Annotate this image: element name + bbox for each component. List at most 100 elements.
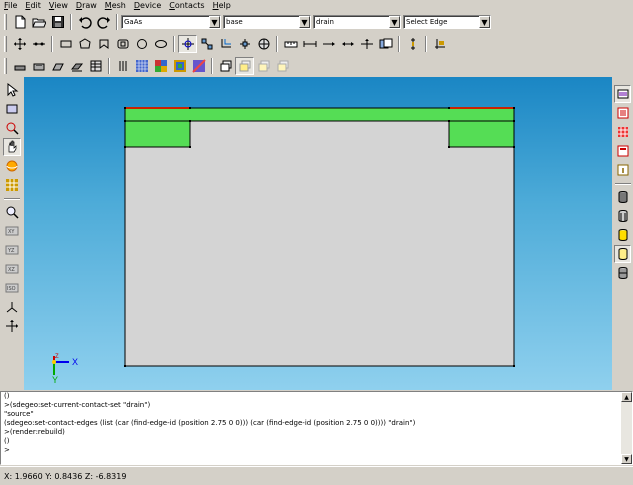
new-file-button[interactable] <box>10 13 29 31</box>
render-wire-button[interactable] <box>614 207 631 225</box>
chevron-down-icon[interactable]: ▼ <box>299 16 310 28</box>
viewport[interactable]: X Y Z <box>24 77 612 390</box>
view-iso-button[interactable]: ISO <box>3 279 21 297</box>
region-select[interactable]: base ▼ <box>223 15 311 29</box>
toolbar-grip[interactable] <box>4 36 7 52</box>
axis-origin <box>52 360 56 364</box>
exact-coords-button[interactable] <box>178 35 197 53</box>
view-yz-button[interactable]: YZ <box>3 241 21 259</box>
material-list-button[interactable] <box>614 104 631 122</box>
fillet-button[interactable] <box>216 35 235 53</box>
mesh-lines-button[interactable] <box>113 57 132 75</box>
zoom-button[interactable] <box>3 203 21 221</box>
add-vertex-button[interactable] <box>29 35 48 53</box>
toolbar-separator <box>276 36 278 52</box>
epi-layer-region[interactable] <box>124 107 515 122</box>
menu-view[interactable]: View <box>45 0 72 11</box>
console-prompt[interactable]: > <box>4 446 616 455</box>
mesh-grid-button[interactable] <box>132 57 151 75</box>
x-axis-label: X <box>72 357 78 367</box>
orbit-button[interactable] <box>3 157 21 175</box>
draw-circle-button[interactable] <box>132 35 151 53</box>
region-list-button[interactable] <box>614 85 631 103</box>
console-scrollbar[interactable]: ▲ ▼ <box>621 392 632 464</box>
menu-mesh[interactable]: Mesh <box>101 0 130 11</box>
perspective-button[interactable] <box>3 298 21 316</box>
chamfer-button[interactable] <box>235 35 254 53</box>
extend-both-button[interactable] <box>338 35 357 53</box>
menu-draw[interactable]: Draw <box>72 0 101 11</box>
open-folder-icon <box>31 18 46 28</box>
view-layer-2-button[interactable] <box>235 57 254 75</box>
layer-box-icon <box>33 63 44 71</box>
source-region[interactable] <box>124 120 191 148</box>
polygon-icon <box>78 38 91 49</box>
mesh-regions-button[interactable] <box>170 57 189 75</box>
draw-ellipse-button[interactable] <box>151 35 170 53</box>
select-button[interactable] <box>3 81 21 99</box>
menu-help[interactable]: Help <box>209 0 235 11</box>
menu-contacts[interactable]: Contacts <box>165 0 208 11</box>
snap-button[interactable] <box>197 35 216 53</box>
extend-right-button[interactable] <box>319 35 338 53</box>
view-mode-4-button[interactable] <box>67 57 86 75</box>
split-edge-button[interactable] <box>357 35 376 53</box>
view-xz-button[interactable]: XZ <box>3 260 21 278</box>
mesh-grid-icon <box>135 60 148 72</box>
measure-button[interactable] <box>281 35 300 53</box>
menu-device[interactable]: Device <box>130 0 165 11</box>
set-origin-button[interactable] <box>430 35 449 53</box>
split-button[interactable] <box>254 35 273 53</box>
draw-polygon-button[interactable] <box>75 35 94 53</box>
boolean-button[interactable] <box>376 35 395 53</box>
reset-view-button[interactable] <box>3 317 21 335</box>
scroll-down-icon[interactable]: ▼ <box>621 454 632 464</box>
view-mode-2-button[interactable] <box>29 57 48 75</box>
dimension-horizontal-button[interactable] <box>300 35 319 53</box>
chevron-down-icon[interactable]: ▼ <box>209 16 220 28</box>
toolbar-grip[interactable] <box>4 14 7 30</box>
draw-ruled-region-button[interactable] <box>94 35 113 53</box>
select-rect-button[interactable] <box>3 100 21 118</box>
command-console[interactable]: () >(sdegeo:set-current-contact-set "dra… <box>0 391 633 465</box>
contact-select[interactable]: drain ▼ <box>313 15 401 29</box>
contact-list-button[interactable] <box>614 142 631 160</box>
pan-button[interactable] <box>3 138 21 156</box>
info-button[interactable] <box>614 161 631 179</box>
render-solid-button[interactable] <box>614 188 631 206</box>
vertical-measure-button[interactable] <box>403 35 422 53</box>
view-mode-3-button[interactable] <box>48 57 67 75</box>
material-select[interactable]: GaAs ▼ <box>121 15 221 29</box>
view-layer-3-button[interactable] <box>254 57 273 75</box>
draw-rounded-rect-button[interactable] <box>113 35 132 53</box>
view-layer-1-button[interactable] <box>216 57 235 75</box>
render-selected-button[interactable] <box>614 245 631 263</box>
save-file-button[interactable] <box>48 13 67 31</box>
view-xy-button[interactable]: XY <box>3 222 21 240</box>
render-color-button[interactable] <box>614 226 631 244</box>
console-output[interactable]: () >(sdegeo:set-current-contact-set "dra… <box>4 392 616 464</box>
device-canvas[interactable]: X Y Z <box>24 77 612 390</box>
undo-button[interactable] <box>75 13 94 31</box>
mesh-doping-button[interactable] <box>189 57 208 75</box>
redo-button[interactable] <box>94 13 113 31</box>
view-mode-5-button[interactable] <box>86 57 105 75</box>
mesh-list-button[interactable] <box>614 123 631 141</box>
drain-region[interactable] <box>448 120 515 148</box>
render-dark-button[interactable] <box>614 264 631 282</box>
toolbar-grip[interactable] <box>4 58 7 74</box>
menu-file[interactable]: File <box>0 0 21 11</box>
chevron-down-icon[interactable]: ▼ <box>479 16 490 28</box>
view-mode-1-button[interactable] <box>10 57 29 75</box>
scroll-up-icon[interactable]: ▲ <box>621 392 632 402</box>
view-layer-4-button[interactable] <box>273 57 292 75</box>
selection-mode-select[interactable]: Select Edge ▼ <box>403 15 491 29</box>
chevron-down-icon[interactable]: ▼ <box>389 16 400 28</box>
menu-edit[interactable]: Edit <box>21 0 45 11</box>
open-file-button[interactable] <box>29 13 48 31</box>
move-vertex-button[interactable] <box>10 35 29 53</box>
draw-rectangle-button[interactable] <box>56 35 75 53</box>
zoom-box-button[interactable] <box>3 119 21 137</box>
mesh-color-button[interactable] <box>151 57 170 75</box>
grid-button[interactable] <box>3 176 21 194</box>
